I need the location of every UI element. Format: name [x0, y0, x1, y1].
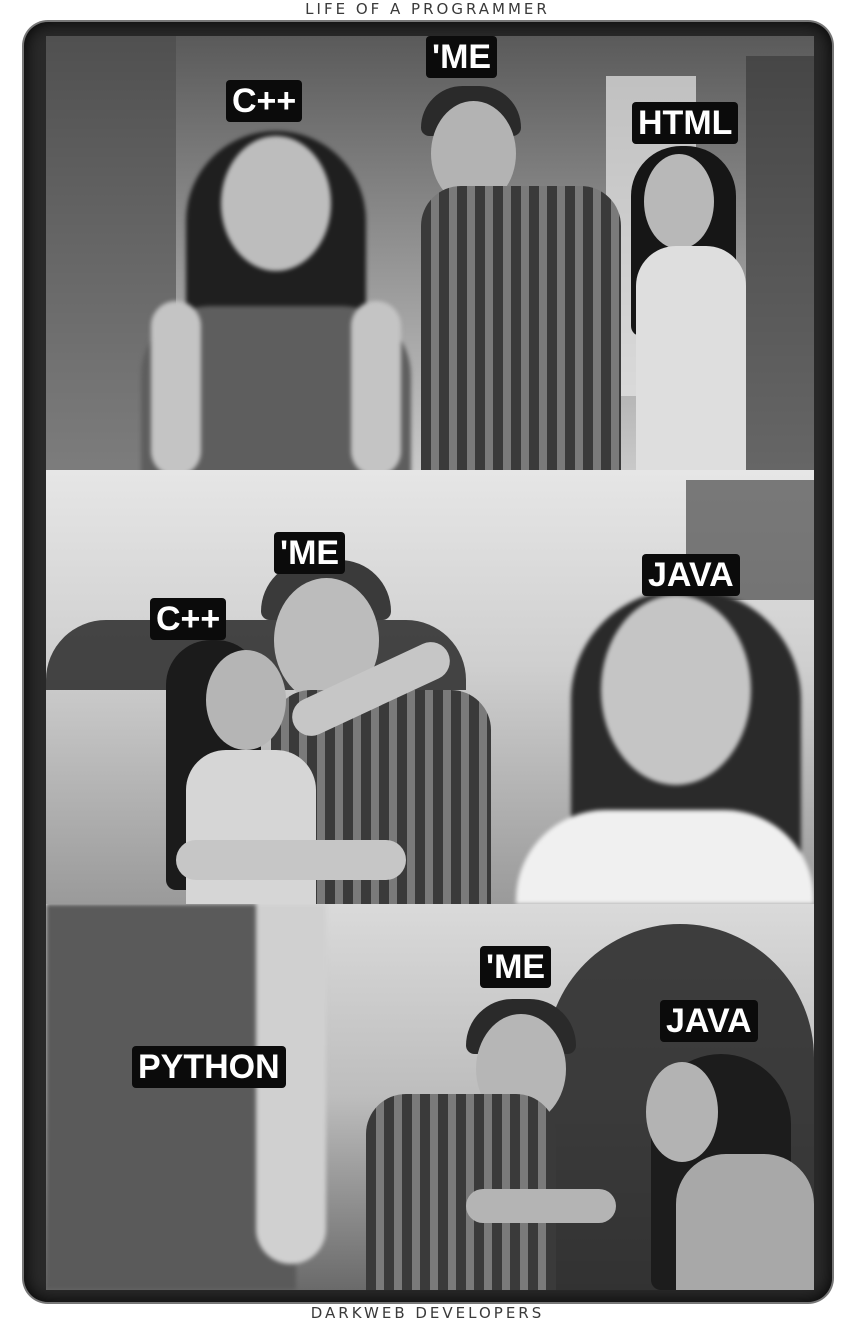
- panel-1: C++ 'ME HTML: [46, 36, 814, 470]
- label-me: 'ME: [426, 36, 498, 78]
- meme-frame: C++ 'ME HTML 'ME C++ JAVA 'ME PYTHON JAV…: [24, 22, 832, 1302]
- label-me: 'ME: [274, 532, 346, 574]
- label-cpp: C++: [150, 598, 227, 640]
- label-java: JAVA: [642, 554, 740, 596]
- label-python: PYTHON: [132, 1046, 286, 1088]
- label-java: JAVA: [660, 1000, 758, 1042]
- label-html: HTML: [632, 102, 739, 144]
- panel-3: 'ME PYTHON JAVA: [46, 904, 814, 1290]
- panel-2: 'ME C++ JAVA: [46, 470, 814, 904]
- meme-title: LIFE OF A PROGRAMMER: [305, 0, 550, 18]
- building-right: [746, 56, 814, 470]
- meme-credit: DARKWEB DEVELOPERS: [310, 1304, 545, 1322]
- label-me: 'ME: [480, 946, 552, 988]
- label-cpp: C++: [226, 80, 303, 122]
